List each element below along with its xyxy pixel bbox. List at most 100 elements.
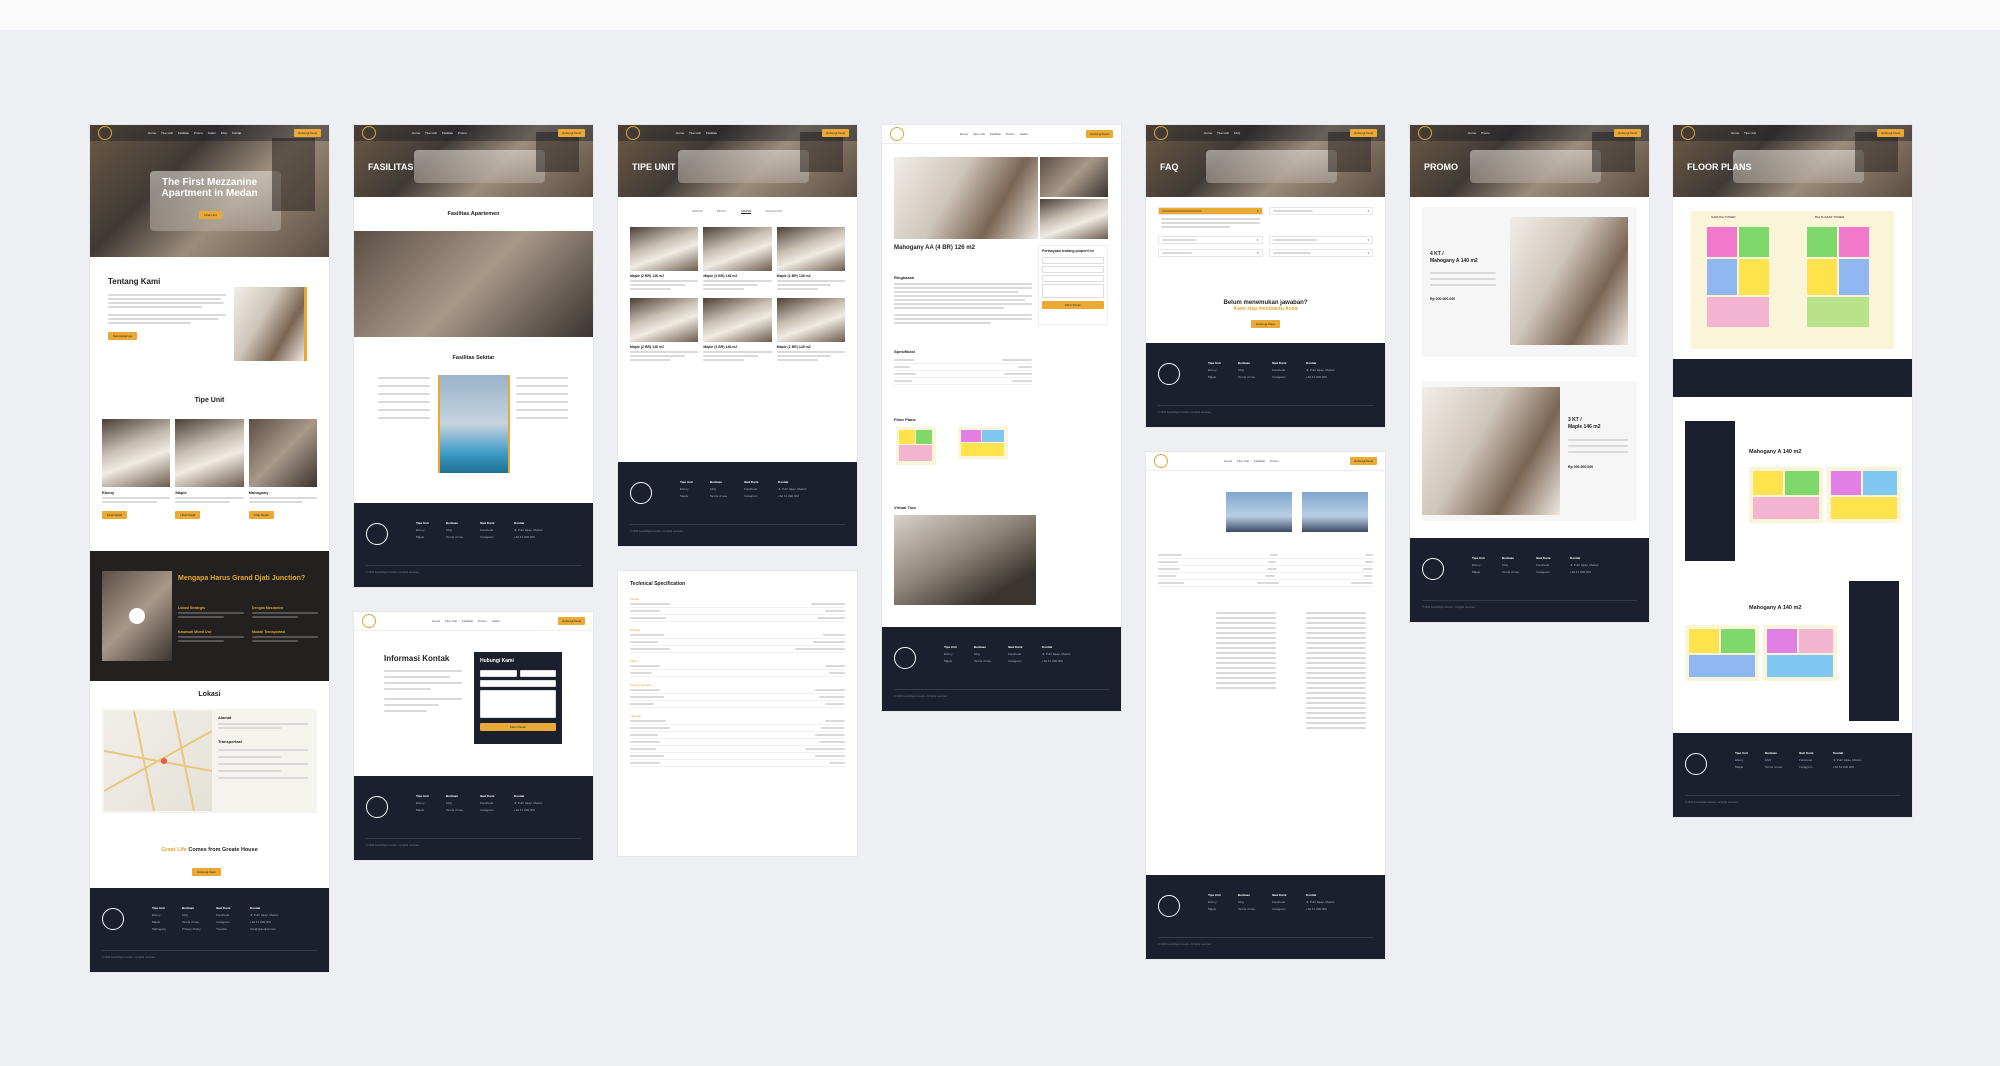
floor-plan-thumb[interactable] — [958, 427, 1008, 459]
video-thumbnail[interactable] — [102, 571, 172, 661]
footer-link[interactable]: Ebony — [1208, 368, 1221, 372]
nav-link[interactable]: Galeri — [492, 619, 500, 623]
footer-link[interactable]: Facebook — [1272, 900, 1286, 904]
footer-link[interactable]: Maple — [1472, 570, 1485, 574]
footer-link[interactable]: Instagram — [1272, 907, 1286, 911]
email-field[interactable] — [1042, 266, 1104, 273]
footer-link[interactable]: Ebony — [152, 913, 166, 917]
about-button[interactable]: Selengkapnya — [108, 332, 138, 340]
nav-cta-button[interactable]: Hubungi Kami — [1877, 129, 1904, 137]
tab-semua[interactable]: SEMUA — [692, 209, 703, 214]
footer-link[interactable]: Youtube — [216, 927, 230, 931]
nav-link[interactable]: Tipe Unit — [1217, 131, 1229, 135]
nav-link[interactable]: FAQ — [1234, 131, 1240, 135]
nav-link[interactable]: Promo — [478, 619, 487, 623]
footer-link[interactable]: Facebook — [744, 487, 758, 491]
footer-link[interactable]: Maple — [944, 659, 957, 663]
nav-cta-button[interactable]: Hubungi Kami — [1086, 130, 1113, 138]
footer-link[interactable]: Privacy Policy — [182, 927, 201, 931]
footer-link[interactable]: FAQ — [1765, 758, 1782, 762]
faq-item[interactable]: ▾ — [1158, 249, 1263, 257]
unit-card[interactable]: Maple (1 BR) 146 m2 — [776, 298, 845, 361]
footer-link[interactable]: Ebony — [1208, 900, 1221, 904]
footer-link[interactable]: Maple — [1735, 765, 1748, 769]
footer-link[interactable]: Terms of use — [974, 659, 991, 663]
site-plan[interactable]: GARUDA TOWER BALTHAZAR TOWER — [1691, 211, 1894, 349]
nav-link[interactable]: Tipe Unit — [161, 131, 173, 135]
gallery-main-image[interactable] — [894, 157, 1038, 239]
map[interactable] — [103, 710, 213, 812]
nav-cta-button[interactable]: Hubungi Kami — [294, 129, 321, 137]
nav-link[interactable]: Fasilitas — [178, 131, 189, 135]
nav-link[interactable]: FAQ — [221, 131, 227, 135]
nav-link[interactable]: Tipe Unit — [973, 132, 985, 136]
nav-link[interactable]: Promo — [194, 131, 203, 135]
logo-icon[interactable] — [1681, 126, 1695, 140]
unit-card[interactable]: Maple (2 BR) 146 m2 — [630, 298, 699, 361]
nav-link[interactable]: Home — [412, 131, 420, 135]
footer-link[interactable]: FAQ — [446, 801, 463, 805]
nav-link[interactable]: Fasilitas — [462, 619, 473, 623]
hero-button[interactable]: Lihat Unit — [199, 211, 222, 219]
nav-cta-button[interactable]: Hubungi Kami — [558, 129, 585, 137]
nav-link[interactable]: Tipe Unit — [1237, 459, 1249, 463]
unit-card[interactable]: Maple Lihat Detail — [175, 419, 244, 521]
faq-item[interactable]: ▾ — [1268, 236, 1373, 244]
promo-card[interactable]: 4 KT / Mahogany A 140 m2 Rp 000.000.000 — [1422, 207, 1637, 357]
nav-cta-button[interactable]: Hubungi Kami — [1350, 457, 1377, 465]
nav-link[interactable]: Galeri — [1020, 132, 1028, 136]
footer-link[interactable]: FAQ — [1502, 563, 1519, 567]
nav-link[interactable]: Fasilitas — [442, 131, 453, 135]
logo-icon[interactable] — [890, 127, 904, 141]
nav-link[interactable]: Galeri — [208, 131, 216, 135]
nav-link[interactable]: Home — [148, 131, 156, 135]
faq-item[interactable]: ▾ — [1268, 249, 1373, 257]
footer-link[interactable]: FAQ — [710, 487, 727, 491]
footer-link[interactable]: Maple — [680, 494, 693, 498]
unit-plan[interactable] — [1827, 467, 1901, 523]
logo-icon[interactable] — [626, 126, 640, 140]
tab-maple[interactable]: MAPLE — [741, 209, 752, 214]
nav-link[interactable]: Home — [1468, 131, 1476, 135]
unit-card[interactable]: Ebony Lihat Detail — [102, 419, 171, 521]
footer-link[interactable]: Instagram — [1799, 765, 1813, 769]
footer-link[interactable]: FAQ — [1238, 900, 1255, 904]
unit-card[interactable]: Maple (3 BR) 146 m2 — [703, 227, 772, 290]
footer-link[interactable]: Facebook — [216, 913, 230, 917]
gallery-thumb[interactable] — [1040, 157, 1108, 197]
name-field[interactable] — [1042, 257, 1104, 264]
cta-button[interactable]: Hubungi Kami — [1251, 320, 1280, 328]
name-field[interactable] — [480, 670, 517, 677]
footer-link[interactable]: Instagram — [480, 808, 494, 812]
nav-link[interactable]: Home — [1204, 131, 1212, 135]
footer-link[interactable]: FAQ — [1238, 368, 1255, 372]
footer-link[interactable]: Facebook — [1536, 563, 1550, 567]
footer-link[interactable]: Facebook — [480, 801, 494, 805]
logo-icon[interactable] — [1154, 126, 1168, 140]
unit-plan[interactable] — [1763, 625, 1837, 681]
footer-link[interactable]: Ebony — [680, 487, 693, 491]
nav-link[interactable]: Tipe Unit — [689, 131, 701, 135]
footer-link[interactable]: Terms of use — [446, 535, 463, 539]
footer-link[interactable]: Facebook — [1799, 758, 1813, 762]
logo-icon[interactable] — [1418, 126, 1432, 140]
unit-card[interactable]: Maple (3 BR) 146 m2 — [703, 298, 772, 361]
nav-link[interactable]: Home — [1224, 459, 1232, 463]
nav-cta-button[interactable]: Hubungi Kami — [822, 129, 849, 137]
footer-link[interactable]: Terms of use — [1238, 375, 1255, 379]
nav-link[interactable]: Tipe Unit — [445, 619, 457, 623]
nav-link[interactable]: Promo — [1481, 131, 1490, 135]
gallery-thumb[interactable] — [1040, 199, 1108, 239]
footer-link[interactable]: Facebook — [480, 528, 494, 532]
logo-icon[interactable] — [362, 614, 376, 628]
nav-link[interactable]: Home — [1731, 131, 1739, 135]
footer-link[interactable]: Ebony — [1472, 563, 1485, 567]
nav-cta-button[interactable]: Hubungi Kami — [558, 617, 585, 625]
footer-link[interactable]: Maple — [152, 920, 166, 924]
unit-button[interactable]: Lihat Detail — [248, 511, 274, 519]
nav-link[interactable]: Fasilitas — [1254, 459, 1265, 463]
footer-link[interactable]: Terms of use — [710, 494, 727, 498]
faq-item[interactable]: ▾ — [1158, 236, 1263, 244]
nav-link[interactable]: Home — [960, 132, 968, 136]
inquiry-send-button[interactable]: Kirim Pesan — [1042, 301, 1104, 309]
